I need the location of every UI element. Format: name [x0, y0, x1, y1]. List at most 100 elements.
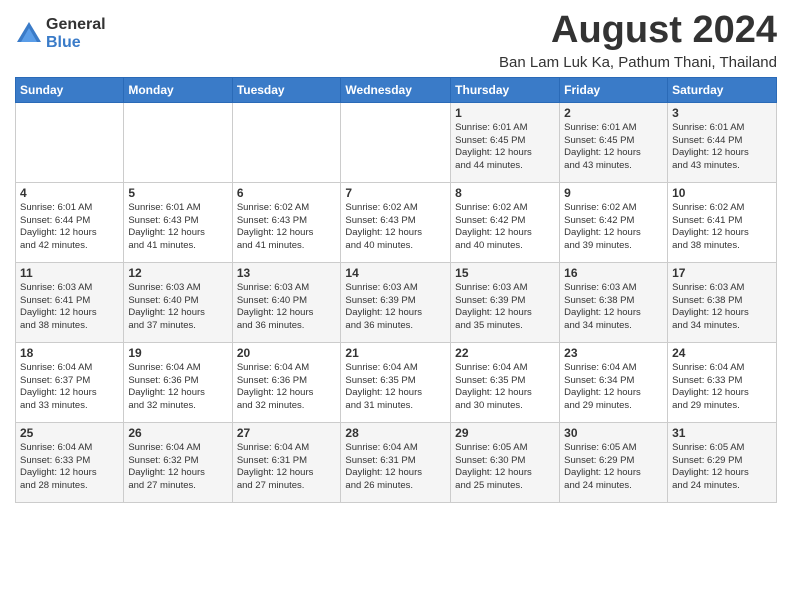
calendar-cell: 17 Sunrise: 6:03 AMSunset: 6:38 PMDayligh… [668, 262, 777, 342]
month-year: August 2024 [499, 10, 777, 52]
calendar-cell: 20Sunrise: 6:04 AMSunset: 6:36 PMDayligh… [232, 342, 341, 422]
weekday-header-monday: Monday [124, 77, 232, 102]
calendar-cell: 19Sunrise: 6:04 AMSunset: 6:36 PMDayligh… [124, 342, 232, 422]
day-detail: Sunrise: 6:01 AMSunset: 6:45 PMDaylight:… [564, 122, 663, 173]
day-number: 14 [345, 266, 446, 280]
calendar-cell: 25 Sunrise: 6:04 AMSunset: 6:33 PMDayligh… [16, 422, 124, 502]
day-number: 17 [672, 266, 772, 280]
day-number: 24 [672, 346, 772, 360]
calendar-cell: 9 Sunrise: 6:02 AMSunset: 6:42 PMDaylight… [560, 182, 668, 262]
calendar-cell: 16Sunrise: 6:03 AMSunset: 6:38 PMDayligh… [560, 262, 668, 342]
weekday-header-row: SundayMondayTuesdayWednesdayThursdayFrid… [16, 77, 777, 102]
day-detail: Sunrise: 6:04 AMSunset: 6:33 PMDaylight:… [672, 362, 772, 413]
calendar-cell: 21Sunrise: 6:04 AMSunset: 6:35 PMDayligh… [341, 342, 451, 422]
day-detail: Sunrise: 6:05 AMSunset: 6:29 PMDaylight:… [564, 442, 663, 493]
weekday-header-thursday: Thursday [451, 77, 560, 102]
calendar-cell: 18 Sunrise: 6:04 AMSunset: 6:37 PMDayligh… [16, 342, 124, 422]
day-number: 23 [564, 346, 663, 360]
calendar-cell: 10 Sunrise: 6:02 AMSunset: 6:41 PMDayligh… [668, 182, 777, 262]
day-number: 18 [20, 346, 119, 360]
day-detail: Sunrise: 6:01 AMSunset: 6:43 PMDaylight:… [128, 202, 227, 253]
week-row-4: 18 Sunrise: 6:04 AMSunset: 6:37 PMDayligh… [16, 342, 777, 422]
calendar-cell: 14 Sunrise: 6:03 AMSunset: 6:39 PMDayligh… [341, 262, 451, 342]
calendar-cell: 15 Sunrise: 6:03 AMSunset: 6:39 PMDayligh… [451, 262, 560, 342]
day-detail: Sunrise: 6:01 AMSunset: 6:44 PMDaylight:… [20, 202, 119, 253]
calendar-cell [341, 102, 451, 182]
day-number: 9 [564, 186, 663, 200]
calendar-cell: 6 Sunrise: 6:02 AMSunset: 6:43 PMDaylight… [232, 182, 341, 262]
calendar-cell: 12Sunrise: 6:03 AMSunset: 6:40 PMDayligh… [124, 262, 232, 342]
day-number: 25 [20, 426, 119, 440]
day-detail: Sunrise: 6:04 AMSunset: 6:36 PMDaylight:… [237, 362, 337, 413]
day-number: 15 [455, 266, 555, 280]
day-detail: Sunrise: 6:05 AMSunset: 6:30 PMDaylight:… [455, 442, 555, 493]
calendar-cell [16, 102, 124, 182]
day-number: 30 [564, 426, 663, 440]
day-number: 21 [345, 346, 446, 360]
day-detail: Sunrise: 6:01 AMSunset: 6:44 PMDaylight:… [672, 122, 772, 173]
day-number: 8 [455, 186, 555, 200]
day-number: 6 [237, 186, 337, 200]
day-detail: Sunrise: 6:03 AMSunset: 6:41 PMDaylight:… [20, 282, 119, 333]
day-detail: Sunrise: 6:02 AMSunset: 6:42 PMDaylight:… [455, 202, 555, 253]
day-detail: Sunrise: 6:05 AMSunset: 6:29 PMDaylight:… [672, 442, 772, 493]
day-number: 19 [128, 346, 227, 360]
day-detail: Sunrise: 6:03 AMSunset: 6:39 PMDaylight:… [345, 282, 446, 333]
day-detail: Sunrise: 6:04 AMSunset: 6:34 PMDaylight:… [564, 362, 663, 413]
weekday-header-tuesday: Tuesday [232, 77, 341, 102]
calendar-cell: 13Sunrise: 6:03 AMSunset: 6:40 PMDayligh… [232, 262, 341, 342]
day-detail: Sunrise: 6:03 AMSunset: 6:38 PMDaylight:… [672, 282, 772, 333]
calendar-cell: 7 Sunrise: 6:02 AMSunset: 6:43 PMDaylight… [341, 182, 451, 262]
calendar-cell: 24 Sunrise: 6:04 AMSunset: 6:33 PMDayligh… [668, 342, 777, 422]
day-detail: Sunrise: 6:04 AMSunset: 6:35 PMDaylight:… [455, 362, 555, 413]
day-detail: Sunrise: 6:04 AMSunset: 6:33 PMDaylight:… [20, 442, 119, 493]
day-detail: Sunrise: 6:04 AMSunset: 6:31 PMDaylight:… [345, 442, 446, 493]
calendar-cell [232, 102, 341, 182]
day-detail: Sunrise: 6:03 AMSunset: 6:40 PMDaylight:… [128, 282, 227, 333]
day-number: 10 [672, 186, 772, 200]
calendar-cell: 5Sunrise: 6:01 AMSunset: 6:43 PMDaylight… [124, 182, 232, 262]
day-number: 4 [20, 186, 119, 200]
day-number: 13 [237, 266, 337, 280]
day-number: 26 [128, 426, 227, 440]
weekday-header-friday: Friday [560, 77, 668, 102]
calendar-cell: 22 Sunrise: 6:04 AMSunset: 6:35 PMDayligh… [451, 342, 560, 422]
logo-icon [15, 20, 43, 48]
week-row-5: 25 Sunrise: 6:04 AMSunset: 6:33 PMDayligh… [16, 422, 777, 502]
calendar-cell: 27Sunrise: 6:04 AMSunset: 6:31 PMDayligh… [232, 422, 341, 502]
week-row-1: 1 Sunrise: 6:01 AMSunset: 6:45 PMDaylight… [16, 102, 777, 182]
calendar-cell: 11Sunrise: 6:03 AMSunset: 6:41 PMDayligh… [16, 262, 124, 342]
day-detail: Sunrise: 6:04 AMSunset: 6:37 PMDaylight:… [20, 362, 119, 413]
day-detail: Sunrise: 6:04 AMSunset: 6:31 PMDaylight:… [237, 442, 337, 493]
logo-general: General [46, 16, 106, 34]
day-detail: Sunrise: 6:02 AMSunset: 6:41 PMDaylight:… [672, 202, 772, 253]
location: Ban Lam Luk Ka, Pathum Thani, Thailand [499, 54, 777, 71]
day-detail: Sunrise: 6:02 AMSunset: 6:43 PMDaylight:… [237, 202, 337, 253]
calendar-cell: 2 Sunrise: 6:01 AMSunset: 6:45 PMDaylight… [560, 102, 668, 182]
calendar-cell: 8 Sunrise: 6:02 AMSunset: 6:42 PMDaylight… [451, 182, 560, 262]
day-number: 3 [672, 106, 772, 120]
day-detail: Sunrise: 6:03 AMSunset: 6:39 PMDaylight:… [455, 282, 555, 333]
week-row-2: 4 Sunrise: 6:01 AMSunset: 6:44 PMDaylight… [16, 182, 777, 262]
title-section: August 2024 Ban Lam Luk Ka, Pathum Thani… [499, 10, 777, 71]
day-number: 29 [455, 426, 555, 440]
page-header: General Blue August 2024 Ban Lam Luk Ka,… [15, 10, 777, 71]
day-detail: Sunrise: 6:04 AMSunset: 6:32 PMDaylight:… [128, 442, 227, 493]
day-detail: Sunrise: 6:02 AMSunset: 6:42 PMDaylight:… [564, 202, 663, 253]
day-number: 16 [564, 266, 663, 280]
calendar-table: SundayMondayTuesdayWednesdayThursdayFrid… [15, 77, 777, 503]
calendar-cell: 31Sunrise: 6:05 AMSunset: 6:29 PMDayligh… [668, 422, 777, 502]
day-number: 2 [564, 106, 663, 120]
day-number: 1 [455, 106, 555, 120]
weekday-header-wednesday: Wednesday [341, 77, 451, 102]
calendar-cell: 28Sunrise: 6:04 AMSunset: 6:31 PMDayligh… [341, 422, 451, 502]
calendar-cell: 23 Sunrise: 6:04 AMSunset: 6:34 PMDayligh… [560, 342, 668, 422]
weekday-header-sunday: Sunday [16, 77, 124, 102]
week-row-3: 11Sunrise: 6:03 AMSunset: 6:41 PMDayligh… [16, 262, 777, 342]
calendar-cell: 30 Sunrise: 6:05 AMSunset: 6:29 PMDayligh… [560, 422, 668, 502]
logo-text: General Blue [46, 16, 106, 51]
day-detail: Sunrise: 6:02 AMSunset: 6:43 PMDaylight:… [345, 202, 446, 253]
day-number: 22 [455, 346, 555, 360]
calendar-cell: 1Sunrise: 6:01 AMSunset: 6:45 PMDaylight… [451, 102, 560, 182]
day-number: 7 [345, 186, 446, 200]
